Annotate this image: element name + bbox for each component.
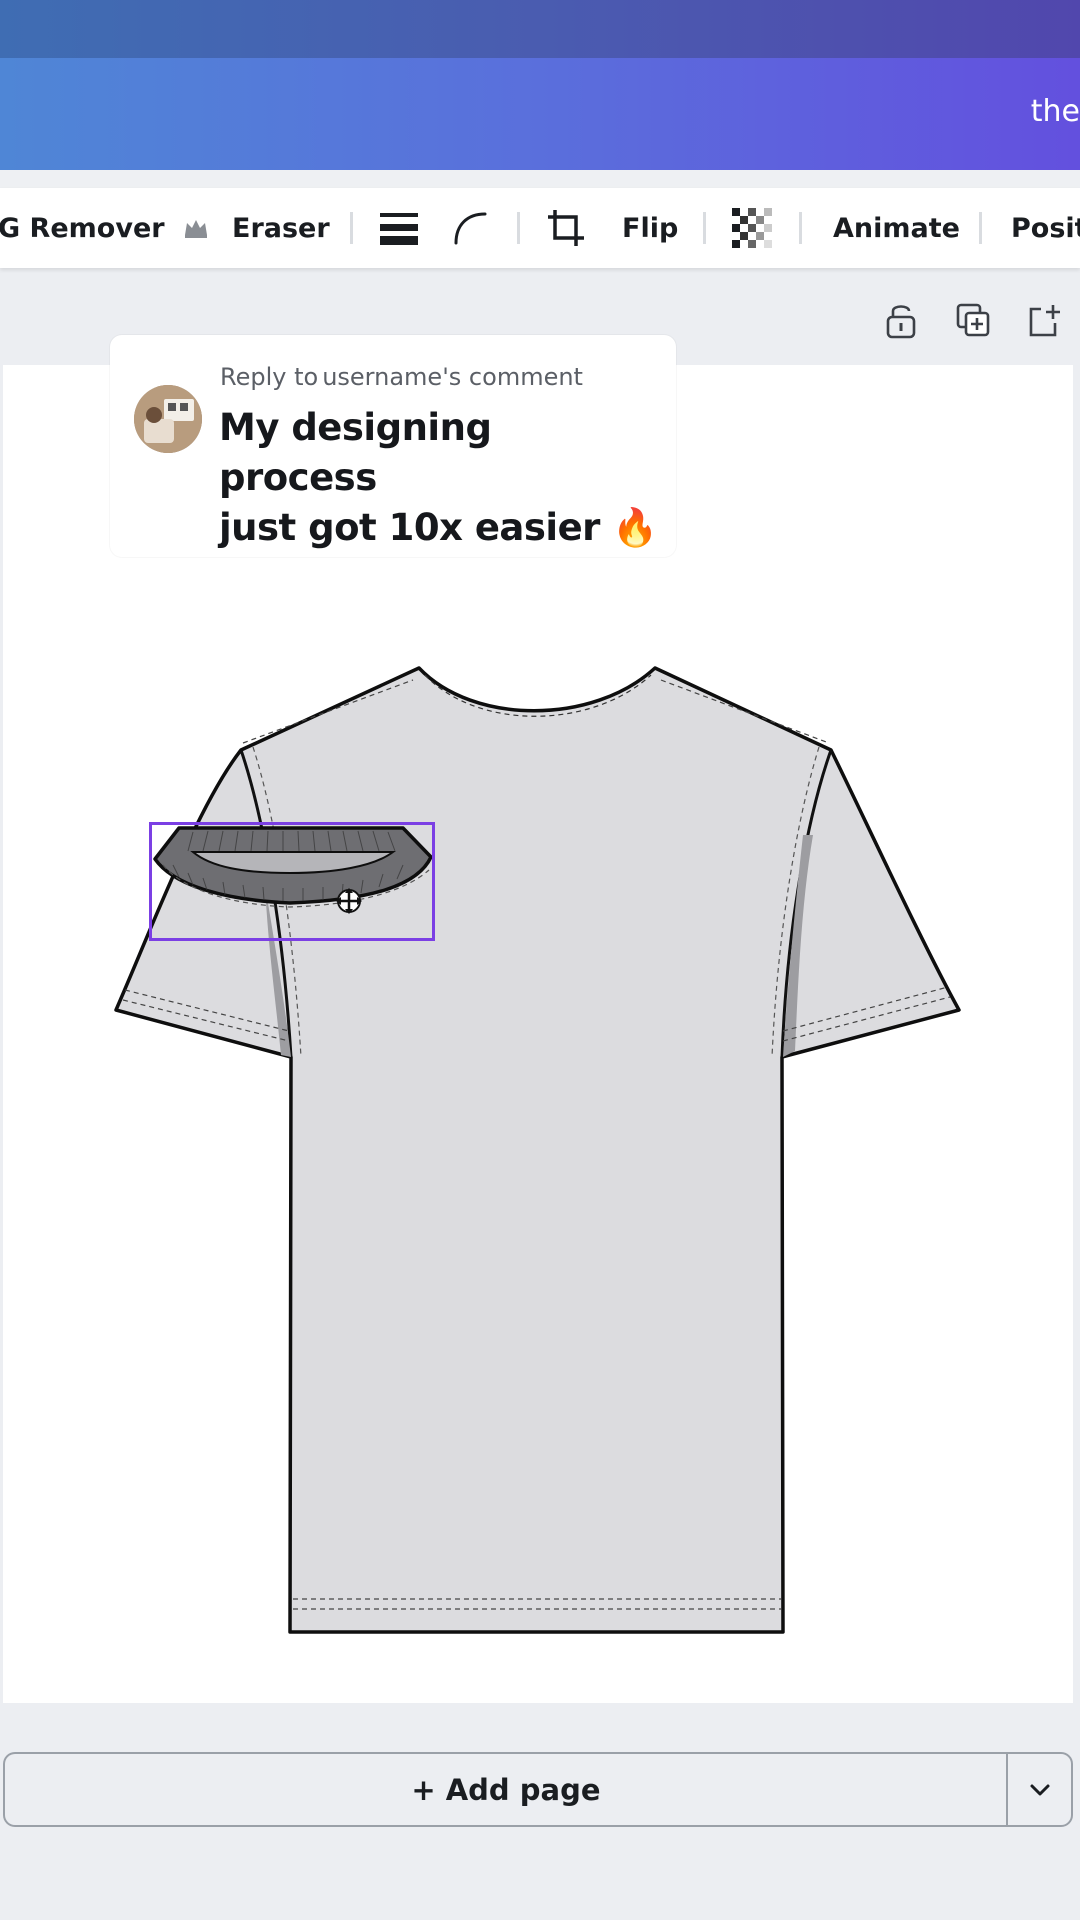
reply-header: Reply to username's comment [220, 363, 583, 391]
animate-button[interactable]: Animate [833, 188, 960, 268]
add-page-label: Add page [445, 1772, 601, 1807]
animate-label: Animate [833, 212, 960, 244]
selection-box[interactable] [149, 822, 435, 941]
transparency-button[interactable] [732, 188, 772, 268]
toolbar-divider [517, 212, 520, 244]
comment-text: My designing process just got 10x easier… [219, 403, 659, 553]
chevron-down-icon [1030, 1784, 1049, 1795]
comment-line-1: My designing process [219, 406, 492, 499]
toolbar-divider [799, 212, 802, 244]
editor-header: the [0, 58, 1080, 170]
position-label: Posit [1011, 212, 1080, 244]
design-canvas[interactable] [3, 365, 1073, 1703]
reply-username: username [322, 363, 443, 391]
header-gap [0, 170, 1080, 188]
flip-button[interactable]: Flip [622, 188, 678, 268]
bg-remover-button[interactable]: G Remover [0, 188, 209, 268]
plus-icon: + [411, 1772, 436, 1807]
add-page-button[interactable]: + Add page [3, 1752, 1007, 1827]
comment-line-2: just got 10x easier 🔥 [219, 506, 658, 549]
avatar [134, 385, 202, 453]
tshirt-graphic [114, 666, 961, 1634]
add-page-icon [1029, 305, 1060, 337]
unlock-icon [886, 305, 916, 339]
flip-label: Flip [622, 212, 679, 244]
bg-remover-label: G Remover [0, 212, 165, 244]
crop-icon [548, 210, 584, 246]
duplicate-page-button[interactable] [953, 300, 993, 340]
add-page-icon-button[interactable] [1024, 300, 1064, 340]
reply-prefix: Reply to [220, 363, 319, 391]
add-page-dropdown-button[interactable] [1006, 1752, 1073, 1827]
toolbar-divider [350, 212, 353, 244]
eraser-button[interactable]: Eraser [232, 188, 330, 268]
toolbar-divider [703, 212, 706, 244]
duplicate-page-icon [956, 303, 990, 337]
status-bar [0, 0, 1080, 58]
line-weight-icon [380, 213, 418, 245]
position-button[interactable]: Posit [1011, 188, 1080, 268]
reply-comment-bubble: Reply to username's comment My designing … [110, 335, 676, 557]
eraser-label: Eraser [232, 212, 330, 244]
reply-suffix: 's comment [442, 363, 583, 391]
design-title[interactable]: the [1031, 94, 1080, 129]
crown-icon [184, 220, 207, 238]
corner-rounding-button[interactable] [453, 188, 487, 268]
corner-rounding-icon [454, 212, 487, 245]
crop-button[interactable] [546, 188, 586, 268]
avatar-photo [134, 385, 202, 453]
image-toolbar: G Remover Eraser Flip Animate Posit [0, 188, 1080, 268]
toolbar-divider [979, 212, 982, 244]
border-style-button[interactable] [380, 188, 418, 268]
lock-button[interactable] [881, 300, 921, 340]
transparency-icon [732, 208, 772, 248]
